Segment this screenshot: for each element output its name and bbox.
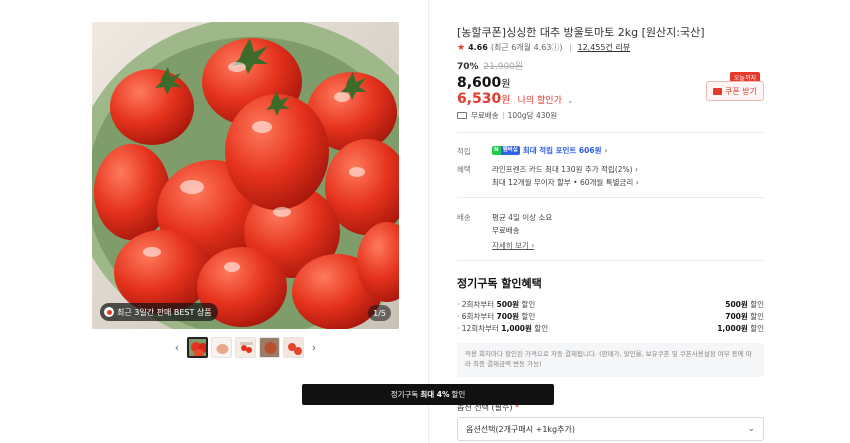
rating-score: 4.66 [468,43,488,52]
chevron-down-icon: ⌄ [566,96,574,105]
card-benefit-link[interactable]: 라인프렌즈 카드 최대 130원 추가 적립(2%) › [492,164,638,175]
delivery-time: 평균 4일 이상 소요 [492,213,553,222]
my-discount-price[interactable]: 6,530원 나의 할인가 ⌄ [457,88,574,107]
max-points-text: 최대 적립 포인트 606원 [522,146,602,155]
section-divider [457,197,764,198]
get-coupon-label: 쿠폰 받기 [725,86,757,96]
chevron-right-icon: › [604,146,608,155]
get-coupon-button[interactable]: 쿠폰 받기 [706,81,764,101]
thumbnail-5[interactable] [283,337,304,358]
npay-membership-icon: N 멤버십 [492,146,520,155]
subscription-notice: 적용 회차마다 할인된 가격으로 자동 결제됩니다. (판매가, 할인율, 보유… [457,343,764,377]
column-divider [428,0,429,443]
subscription-row: · 6회차부터 700원 할인 700원 할인 [457,312,764,321]
shipping-separator [502,112,504,119]
section-divider [457,260,764,261]
free-shipping-text: 무료배송 [471,111,499,120]
review-count-link[interactable]: 12,455건 리뷰 [578,42,631,53]
thumbnail-1[interactable] [187,337,208,358]
option-selected-value: 옵션선택(2개구매시 +1kg추가) [466,424,575,434]
thumbnail-3[interactable] [235,337,256,358]
best-seller-text: 최근 3일간 판매 BEST 상품 [117,307,212,317]
my-price-label: 나의 할인가 [517,96,562,106]
my-price-value: 6,530 [457,91,502,107]
delivery-details-link[interactable]: 자세히 보기 › [492,240,534,251]
image-counter: 1/5 [368,305,391,321]
unit-price-text: 100g당 430원 [507,111,558,120]
shipping-summary: 무료배송 100g당 430원 [457,110,557,121]
points-row[interactable]: N 멤버십 최대 적립 포인트 606원 › [492,145,608,156]
rating-separator [569,43,571,52]
thumbnail-strip: ‹ › [170,337,321,358]
section-divider [457,132,764,133]
truck-icon [457,112,467,119]
subscription-title: 정기구독 할인혜택 [457,277,542,290]
star-icon: ★ [457,42,466,53]
best-seller-badge: 최근 3일간 판매 BEST 상품 [100,303,218,321]
thumbnail-2[interactable] [211,337,232,358]
subscription-row: · 2회차부터 500원 할인 500원 할인 [457,300,764,309]
next-arrow-icon[interactable]: › [307,341,321,354]
prev-arrow-icon[interactable]: ‹ [170,341,184,354]
installment-link[interactable]: 최대 12개월 무이자 할부 • 60개월 특별금리 › [492,177,639,188]
option-select[interactable]: 옵션선택(2개구매시 +1kg추가) ⌄ [457,417,764,441]
my-price-unit: 원 [501,95,511,106]
original-price: 21,900원 [483,62,524,72]
chevron-down-icon: ⌄ [747,424,755,434]
points-label: 적립 [457,147,471,156]
product-main-image[interactable]: 최근 3일간 판매 BEST 상품 1/5 [92,22,399,329]
rating-detail[interactable]: (최근 6개월 4.63ⓘ) [491,42,563,53]
discount-row: 70% 21,900원 [457,59,523,72]
rating-row: ★ 4.66 (최근 6개월 4.63ⓘ) 12,455건 리뷰 [457,42,630,53]
benefit-label: 혜택 [457,165,471,174]
delivery-label: 배송 [457,213,471,222]
badge-icon [104,307,114,317]
delivery-fee: 무료배송 [492,226,520,235]
tomato-photo [92,22,399,329]
product-title: [농할쿠폰]싱싱한 대추 방울토마토 2kg [원산지:국산] [457,26,705,39]
discount-rate: 70% [457,62,479,72]
coupon-icon [713,87,722,95]
subscription-row: · 12회차부터 1,000원 할인 1,000원 할인 [457,324,764,333]
subscription-toast: 정기구독 최대 4% 할인 [302,384,554,405]
thumbnail-4[interactable] [259,337,280,358]
